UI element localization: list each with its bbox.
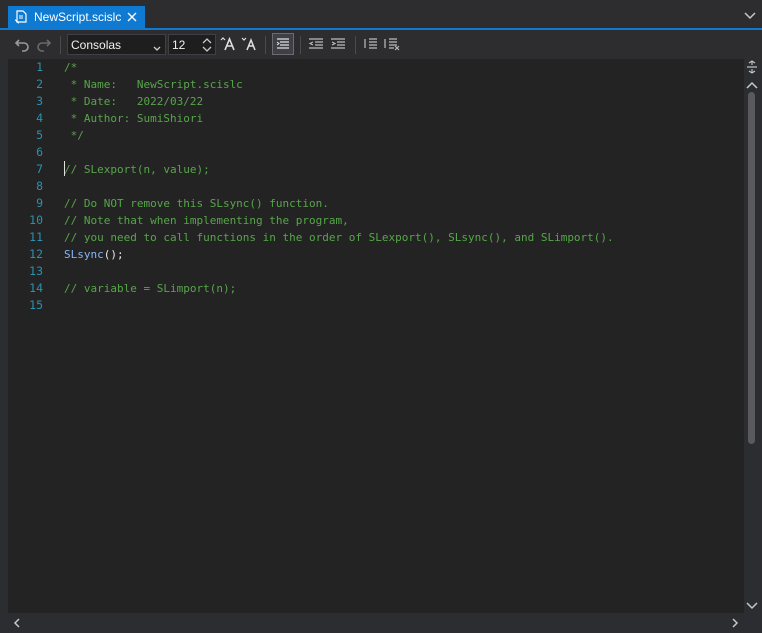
code-line: * Date: 2022/03/22 (64, 95, 204, 108)
chevron-down-icon[interactable] (744, 10, 756, 20)
tab-newscript[interactable]: NewScript.scislc (8, 6, 145, 28)
line-number: 2 (36, 77, 43, 91)
line-number: 5 (36, 128, 43, 142)
code-line: * Author: SumiShiori (64, 112, 204, 125)
font-family-value: Consolas (71, 37, 122, 52)
font-size-spinner[interactable] (201, 36, 213, 54)
tab-title: NewScript.scislc (34, 10, 122, 24)
line-number: 15 (29, 298, 43, 312)
code-line: // SLexport(n, value); (64, 163, 210, 176)
font-family-select[interactable]: Consolas (67, 34, 166, 55)
code-line: SLsync(); (64, 246, 744, 263)
tab-bar: NewScript.scislc (0, 0, 762, 30)
line-number: 13 (29, 264, 43, 278)
code-line: // Do NOT remove this SLsync() function. (64, 197, 329, 210)
function-name: SLsync (64, 248, 104, 261)
vertical-scrollbar[interactable] (744, 59, 760, 613)
line-number: 9 (36, 196, 43, 210)
text-caret (64, 161, 65, 176)
editor-toolbar: Consolas 12 (0, 30, 762, 59)
code-line: * Name: NewScript.scislc (64, 78, 243, 91)
close-icon[interactable] (125, 10, 139, 24)
code-line: // variable = SLimport(n); (64, 282, 237, 295)
line-number: 12 (29, 247, 43, 261)
redo-icon[interactable] (34, 34, 54, 54)
toolbar-divider (265, 36, 266, 54)
line-number: 14 (29, 281, 43, 295)
undo-icon[interactable] (12, 34, 32, 54)
code-line: // you need to call functions in the ord… (64, 231, 614, 244)
code-line: */ (64, 129, 84, 142)
toolbar-divider (60, 36, 61, 54)
line-number: 3 (36, 94, 43, 108)
scroll-up-icon[interactable] (746, 79, 758, 89)
toolbar-divider (300, 36, 301, 54)
scroll-left-icon[interactable] (12, 617, 22, 628)
comment-icon[interactable] (361, 34, 381, 54)
line-number: 8 (36, 179, 43, 193)
line-number: 6 (36, 145, 43, 159)
chevron-down-icon (153, 41, 161, 55)
code-line: // Note that when implementing the progr… (64, 214, 349, 227)
scrollbar-corner (744, 613, 760, 631)
code-editor[interactable]: 1 2 3 4 5 6 7 8 9 10 11 12 13 14 15 /* *… (8, 59, 744, 613)
code-punctuation: (); (103, 248, 124, 261)
line-number: 1 (36, 60, 43, 74)
scroll-down-icon[interactable] (746, 600, 758, 610)
line-number: 11 (29, 230, 43, 244)
split-icon[interactable] (746, 60, 758, 74)
code-area[interactable]: /* * Name: NewScript.scislc * Date: 2022… (64, 59, 744, 314)
toolbar-divider (355, 36, 356, 54)
scrollbar-thumb[interactable] (748, 92, 755, 444)
uncomment-icon[interactable] (382, 34, 402, 54)
font-size-input[interactable]: 12 (168, 34, 216, 55)
code-line: /* (64, 61, 78, 74)
horizontal-scrollbar[interactable] (8, 613, 744, 631)
line-number: 10 (29, 213, 43, 227)
line-number-gutter: 1 2 3 4 5 6 7 8 9 10 11 12 13 14 15 (8, 59, 56, 613)
indent-icon[interactable] (328, 34, 348, 54)
font-size-value: 12 (172, 37, 186, 52)
word-wrap-icon[interactable] (272, 33, 294, 55)
line-number: 7 (36, 162, 43, 176)
script-file-icon (14, 10, 28, 24)
decrease-font-icon[interactable] (240, 34, 260, 54)
line-number: 4 (36, 111, 43, 125)
increase-font-icon[interactable] (219, 34, 239, 54)
scroll-right-icon[interactable] (730, 617, 740, 628)
outdent-icon[interactable] (306, 34, 326, 54)
